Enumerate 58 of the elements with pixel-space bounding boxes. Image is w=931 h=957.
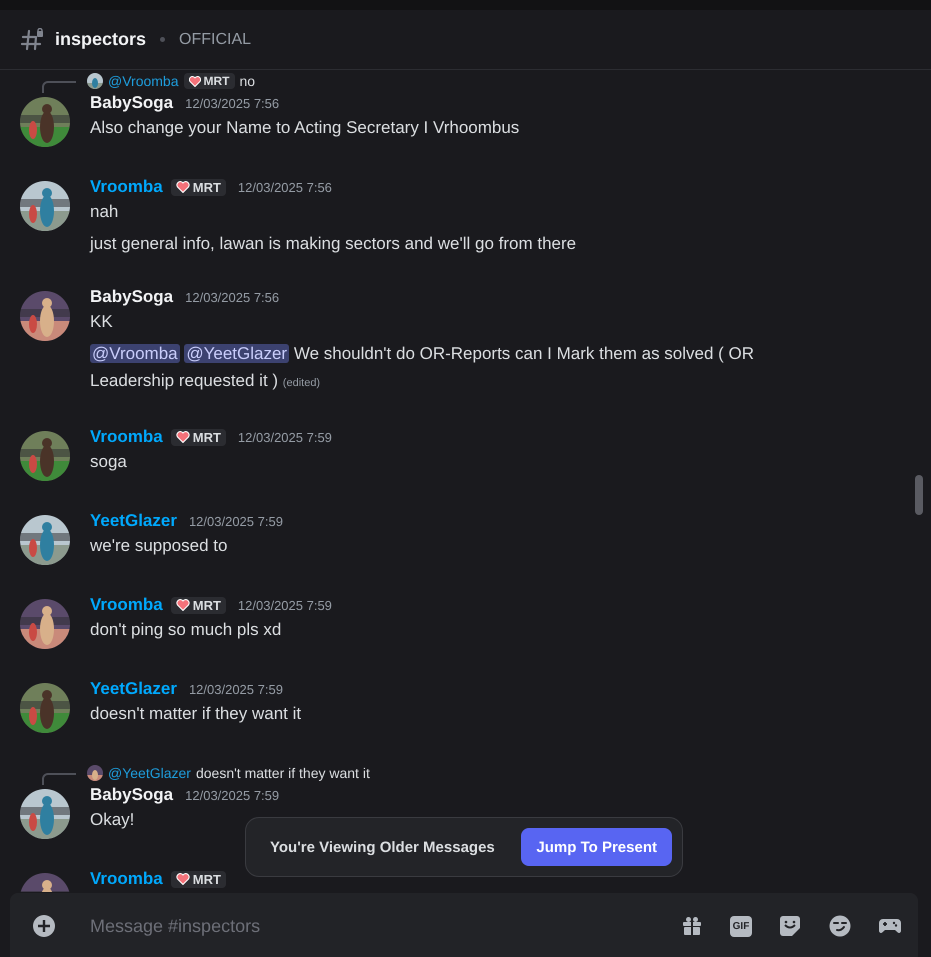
badge-label: MRT — [192, 598, 221, 612]
scrollbar-thumb[interactable] — [915, 475, 923, 515]
author-name[interactable]: BabySoga — [90, 287, 174, 307]
timestamp: 12/03/2025 7:59 — [188, 682, 283, 696]
channel-name: inspectors — [55, 29, 146, 50]
reply-mention[interactable]: @YeetGlazer — [108, 765, 191, 781]
timestamp: 12/03/2025 7:59 — [185, 788, 280, 802]
message-text: KK — [90, 311, 113, 333]
badge-label: MRT — [192, 430, 221, 444]
author-name[interactable]: Vroomba — [90, 177, 163, 197]
reply-line — [42, 81, 76, 93]
heart-icon — [176, 181, 190, 193]
emoji-icon[interactable] — [828, 914, 852, 938]
edited-label: (edited) — [282, 377, 320, 389]
author-name[interactable]: Vroomba — [90, 427, 163, 447]
heart-icon — [176, 431, 190, 443]
message-text: @Vroomba @YeetGlazer We shouldn't do OR-Reports can I Mark them as solved ( OR Leadership requested it ) (edited) — [90, 343, 756, 392]
channel-topic: OFFICIAL — [179, 30, 252, 48]
heart-icon — [188, 76, 200, 86]
gift-icon[interactable] — [680, 914, 704, 938]
author-name[interactable]: YeetGlazer — [90, 511, 177, 531]
add-icon[interactable] — [32, 914, 56, 938]
gif-button[interactable]: GIF — [730, 916, 752, 936]
timestamp: 12/03/2025 7:59 — [238, 598, 332, 612]
heart-icon — [176, 873, 190, 885]
message-input[interactable]: Message #inspectors — [90, 914, 680, 938]
author-name[interactable]: Vroomba — [90, 869, 163, 889]
badge-label: MRT — [192, 872, 221, 886]
message-text: soga — [90, 451, 127, 473]
reply-text: no — [240, 73, 256, 89]
message-text: we're supposed to — [90, 535, 228, 557]
mention[interactable]: @YeetGlazer — [184, 344, 290, 363]
message-text: Also change your Name to Acting Secretary I Vrhoombus — [90, 117, 520, 139]
older-messages-text: You're Viewing Older Messages — [270, 838, 495, 856]
heart-icon — [176, 599, 190, 611]
message-text: don't ping so much pls xd — [90, 619, 282, 641]
locked-hashtag-icon — [20, 28, 44, 52]
message-text: Okay! — [90, 809, 134, 831]
reply-text: doesn't matter if they want it — [196, 765, 370, 781]
author-name[interactable]: BabySoga — [90, 785, 174, 805]
message-text: just general info, lawan is making sectors and we'll go from there — [90, 233, 576, 255]
timestamp: 12/03/2025 7:56 — [185, 290, 280, 304]
badge-label: MRT — [192, 180, 221, 194]
author-name[interactable]: BabySoga — [90, 93, 174, 113]
author-name[interactable]: Vroomba — [90, 595, 163, 615]
message-text: doesn't matter if they want it — [90, 703, 302, 725]
message-text: nah — [90, 201, 118, 223]
timestamp: 12/03/2025 7:59 — [238, 430, 332, 444]
author-name[interactable]: YeetGlazer — [90, 679, 177, 699]
timestamp: 12/03/2025 7:56 — [238, 180, 332, 194]
timestamp: 12/03/2025 7:56 — [185, 96, 280, 110]
badge-label: MRT — [204, 74, 230, 88]
timestamp: 12/03/2025 7:59 — [188, 514, 283, 528]
reply-mention[interactable]: @Vroomba — [108, 73, 178, 89]
sticker-icon[interactable] — [778, 914, 802, 938]
jump-to-present-button[interactable]: Jump To Present — [521, 828, 672, 866]
mention[interactable]: @Vroomba — [90, 344, 180, 363]
reply-line — [42, 773, 76, 785]
